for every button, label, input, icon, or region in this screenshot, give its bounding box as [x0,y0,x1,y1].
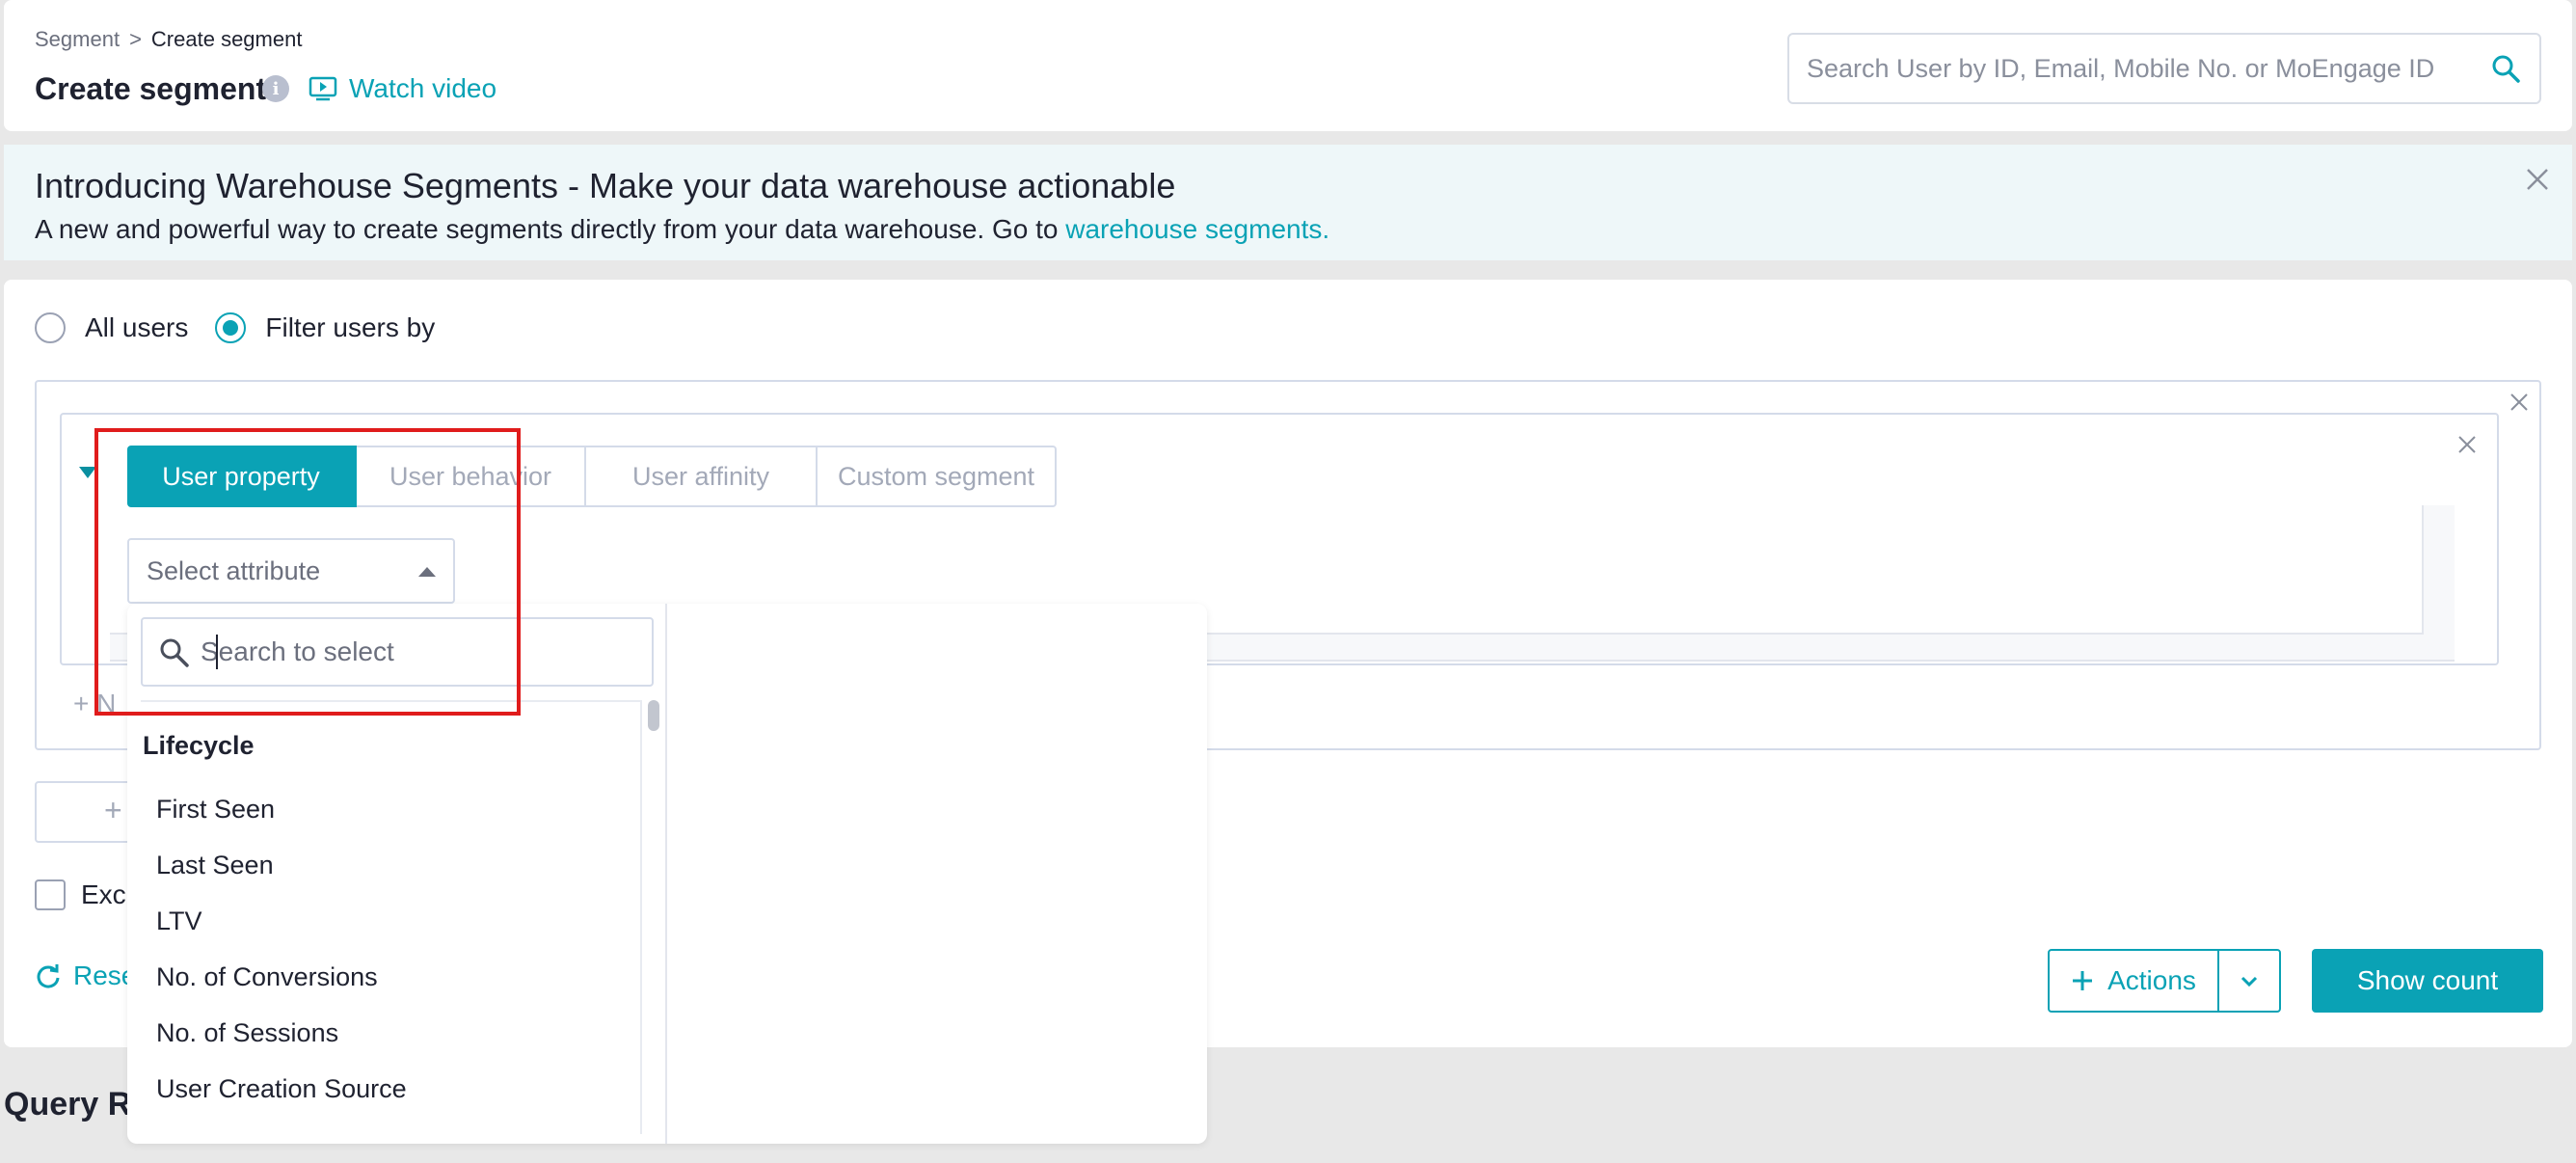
option-ltv[interactable]: LTV [156,906,202,936]
tab-user-behavior[interactable]: User behavior [357,446,586,507]
option-group-lifecycle: Lifecycle [143,731,255,760]
breadcrumb-parent[interactable]: Segment [35,27,120,52]
tab-custom-segment[interactable]: Custom segment [818,446,1057,507]
reset-button[interactable]: Rese [35,960,136,991]
option-no-of-sessions[interactable]: No. of Sessions [156,1018,338,1048]
filter-users-label[interactable]: Filter users by [265,312,435,343]
select-attribute-dropdown[interactable]: Select attribute [127,538,455,604]
actions-dropdown-toggle[interactable] [2217,949,2281,1013]
add-group-plus: + [104,793,122,827]
select-attribute-placeholder: Select attribute [147,555,321,585]
actions-label: Actions [2107,965,2196,995]
reset-icon [37,964,60,988]
option-first-seen[interactable]: First Seen [156,795,275,825]
filter-users-radio[interactable] [215,312,247,343]
watch-video-link[interactable]: Watch video [309,73,496,104]
all-users-label[interactable]: All users [85,312,188,343]
remove-group-close-icon[interactable] [2509,392,2530,413]
collapse-caret-icon[interactable] [79,467,96,478]
exclude-label: Excl [81,879,132,909]
caret-up-icon [418,567,436,577]
user-search-box [1787,33,2541,104]
breadcrumb-separator: > [129,27,142,51]
video-play-icon [309,76,337,101]
text-cursor [216,635,218,669]
query-results-heading: Query R [4,1086,132,1122]
filter-type-tabs: User property User behavior User affinit… [127,446,1057,507]
option-last-seen[interactable]: Last Seen [156,851,274,880]
dropdown-column-divider [665,604,667,1144]
page-title: Create segment [35,71,267,106]
tab-user-property[interactable]: User property [127,446,357,507]
breadcrumb: Segment > Create segment [35,27,302,52]
search-icon[interactable] [2489,52,2522,85]
dropdown-search-box [141,617,654,687]
remove-condition-close-icon[interactable] [2456,434,2478,455]
warehouse-segments-link[interactable]: warehouse segments. [1065,214,1329,244]
tab-user-affinity[interactable]: User affinity [586,446,818,507]
chevron-down-icon [2241,976,2258,987]
exclude-checkbox[interactable] [35,879,66,910]
option-no-of-conversions[interactable]: No. of Conversions [156,962,378,992]
banner-body: A new and powerful way to create segment… [35,214,1059,244]
dropdown-scrollbar-track[interactable] [640,700,657,1134]
user-search-input[interactable] [1807,35,2472,102]
info-icon[interactable]: i [262,75,289,102]
banner-text: A new and powerful way to create segment… [35,214,1329,245]
show-count-button[interactable]: Show count [2312,949,2543,1013]
exclude-row: Excl [35,879,132,910]
banner-title: Introducing Warehouse Segments - Make yo… [35,166,1176,205]
banner-close-icon[interactable] [2524,166,2551,193]
dropdown-search-input[interactable] [201,619,634,685]
watch-video-label: Watch video [349,73,497,103]
dropdown-divider [141,700,640,702]
actions-button[interactable]: Actions [2048,949,2219,1013]
add-filter-link[interactable]: + N [73,689,116,719]
all-users-radio[interactable] [35,312,66,343]
dropdown-scrollbar-thumb[interactable] [648,700,659,731]
breadcrumb-current: Create segment [150,27,303,51]
search-icon [160,638,189,667]
plus-icon [2073,971,2093,990]
option-user-creation-source[interactable]: User Creation Source [156,1074,407,1104]
audience-radio-group: All users Filter users by [35,312,462,343]
